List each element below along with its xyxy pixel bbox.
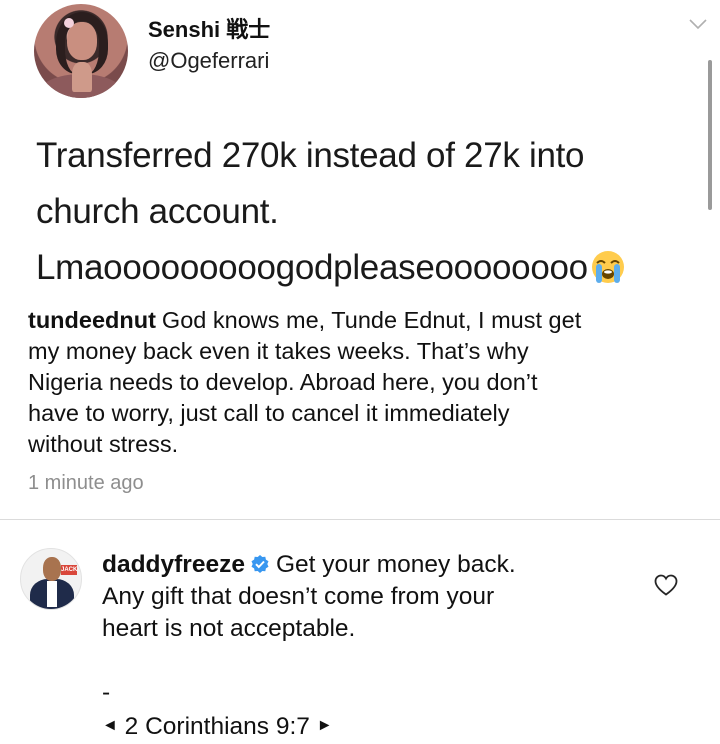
post-timestamp[interactable]: 1 minute ago (28, 472, 144, 495)
comment-dash: - (102, 679, 111, 706)
caption-text: Nigeria needs to develop. Abroad here, y… (28, 369, 538, 395)
scrollbar[interactable] (708, 60, 712, 210)
caption-text: my money back even it takes weeks. That’… (28, 338, 529, 364)
tweet-handle: @Ogeferrari (148, 48, 270, 73)
comment-verse: ◄ 2 Corinthians 9:7 ► (102, 711, 622, 744)
comment-author-avatar[interactable]: JACK (20, 548, 82, 610)
chevron-down-icon[interactable] (686, 12, 710, 36)
caption-text: have to worry, just call to cancel it im… (28, 400, 510, 426)
post-caption: tundeednut God knows me, Tunde Ednut, I m… (28, 305, 693, 460)
tweet-text-line: Lmaooooooooogodpleaseoooooooo (36, 240, 696, 296)
tweet-screenshot: Senshi 戦士 @Ogeferrari Transferred 270k i… (0, 0, 720, 300)
comment-text: Get your money back. (275, 551, 516, 578)
heart-outline-icon[interactable] (653, 573, 679, 597)
loudly-crying-face-icon (591, 250, 624, 283)
tweet-text-line: church account. (36, 192, 279, 231)
verse-reference: 2 Corinthians 9:7 (124, 713, 310, 740)
caption-text: without stress. (28, 431, 179, 457)
tweet-author-avatar (34, 4, 128, 98)
comment: daddyfreeze Get your money back. Any gif… (102, 549, 622, 744)
verified-badge-icon (251, 554, 269, 573)
caption-author[interactable]: tundeednut (28, 307, 156, 333)
comment-author[interactable]: daddyfreeze (102, 551, 245, 578)
tweet-text-line: Transferred 270k instead of 27k into (36, 136, 585, 175)
caption-text: God knows me, Tunde Ednut, I must get (161, 307, 582, 333)
triangle-left-icon: ◄ (102, 716, 118, 734)
tweet-text: Transferred 270k instead of 27k into chu… (36, 128, 696, 296)
triangle-right-icon: ► (316, 716, 333, 734)
comment-text: heart is not acceptable. (102, 615, 356, 642)
comment-blank-line (102, 645, 622, 677)
tweet-display-name: Senshi 戦士 (148, 17, 271, 42)
comment-text: Any gift that doesn’t come from your (102, 583, 495, 610)
divider (0, 519, 720, 520)
